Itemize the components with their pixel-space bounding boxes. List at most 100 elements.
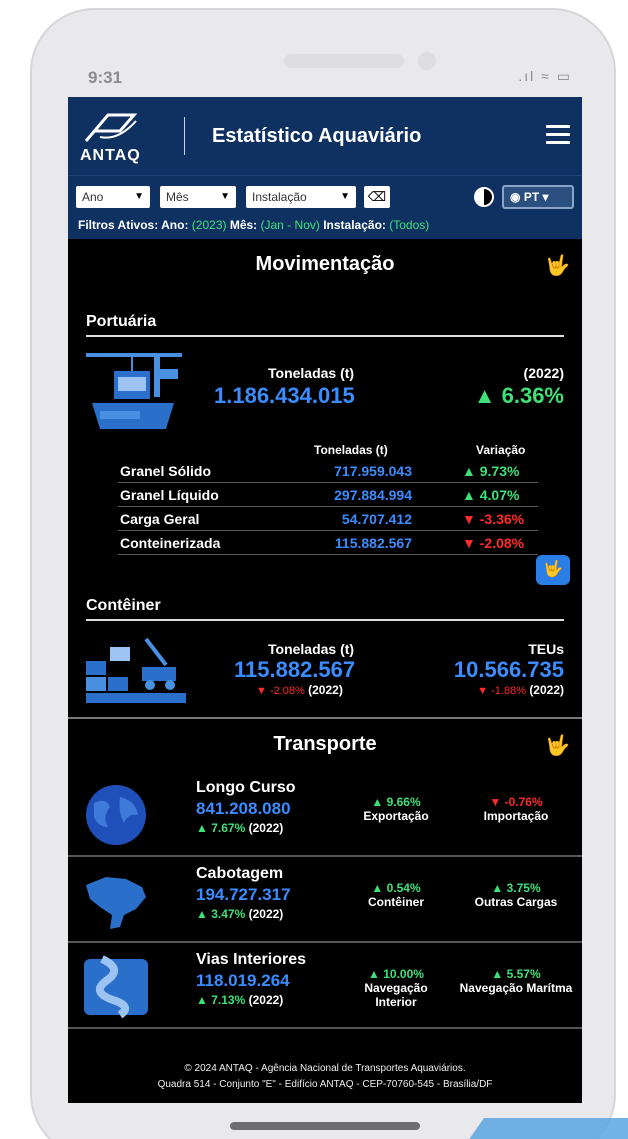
metric-2-value: ▲ 5.57% <box>491 967 541 981</box>
metric-1-value: ▲ 10.00% <box>368 967 424 981</box>
portuaria-variation: ▲ 6.36% <box>473 383 564 408</box>
year-select[interactable]: Ano ▼ <box>76 186 150 208</box>
header-divider <box>184 117 185 155</box>
portuaria-year: (2022) <box>523 365 564 381</box>
route-variation: ▲ 7.13% (2022) <box>196 993 283 1007</box>
decorative-swoosh <box>455 1118 628 1139</box>
cargo-ship-icon <box>86 353 182 429</box>
footer: © 2024 ANTAQ - Agência Nacional de Trans… <box>68 1061 582 1093</box>
cargo-name: Granel Líquido <box>120 487 219 503</box>
menu-icon[interactable] <box>546 125 570 145</box>
sign-language-icon[interactable]: 🤟 <box>545 733 570 758</box>
cargo-var: ▼ -3.36% <box>462 511 525 527</box>
installation-filter-value: (Todos) <box>389 218 430 232</box>
chevron-down-icon: ▼ <box>134 191 144 202</box>
teu-value: 10.566.735 <box>453 657 564 682</box>
metric-2-label: Navegação Marítma <box>459 981 573 995</box>
route-variation: ▲ 7.67% (2022) <box>196 821 283 835</box>
route-value: 841.208.080 <box>196 799 291 818</box>
month-select[interactable]: Mês ▼ <box>160 186 236 208</box>
route-var-value: ▲ 3.47% <box>196 907 246 921</box>
metric-2-label: Importação <box>483 809 549 823</box>
metric-1-label: Exportação <box>363 809 429 823</box>
river-icon <box>84 955 148 1019</box>
metric-1: ▲ 0.54% Contêiner <box>346 881 446 909</box>
language-label: PT <box>523 190 540 204</box>
conteiner-tons-variation: ▼ -2.08% (2022) <box>256 683 343 697</box>
transport-row-vias-interiores[interactable]: Vias Interiores 118.019.264 ▲ 7.13% (202… <box>68 943 582 1029</box>
route-var-year: (2022) <box>248 993 284 1007</box>
installation-select[interactable]: Instalação ▼ <box>246 186 356 208</box>
transporte-title: Transporte <box>273 733 377 755</box>
teu-var-value: ▼ -1.88% <box>477 685 526 697</box>
conteiner-tons-value: 115.882.567 <box>234 657 356 682</box>
portuaria-tons-label: Toneladas (t) <box>268 365 355 381</box>
metric-1-label: Navegação Interior <box>364 981 428 1009</box>
teu-var-year: (2022) <box>529 683 564 697</box>
col-var: Variação <box>476 443 526 457</box>
sign-language-button[interactable]: 🤟 <box>536 555 570 585</box>
footer-line-1: © 2024 ANTAQ - Agência Nacional de Trans… <box>184 1063 466 1074</box>
language-button[interactable]: ◉ PT ▾ <box>502 185 574 209</box>
cargo-value: 297.884.994 <box>334 487 412 503</box>
transporte-header: Transporte 🤟 <box>68 719 582 771</box>
cargo-var: ▼ -2.08% <box>462 535 525 551</box>
metric-2-value: ▲ 3.75% <box>491 881 541 895</box>
tons-var-value: ▼ -2.08% <box>256 685 305 697</box>
eraser-icon[interactable]: ⌫ <box>364 186 390 208</box>
route-var-year: (2022) <box>248 907 284 921</box>
portuaria-total: 1.186.434.015 <box>214 383 355 408</box>
chevron-down-icon: ▾ <box>542 190 549 204</box>
transport-row-longo-curso[interactable]: Longo Curso 841.208.080 ▲ 7.67% (2022) ▲… <box>68 771 582 857</box>
year-filter-value: (2023) <box>191 218 227 232</box>
globe-icon <box>86 785 146 845</box>
status-icons: .ıl ≈ ▭ <box>518 68 572 84</box>
tons-var-year: (2022) <box>308 683 343 697</box>
metric-1-label: Contêiner <box>367 895 424 909</box>
month-select-label: Mês <box>166 190 189 204</box>
chevron-down-icon: ▼ <box>340 191 350 202</box>
globe-icon: ◉ <box>510 190 521 204</box>
metric-2: ▲ 5.57% Navegação Marítma <box>456 967 576 995</box>
metric-1-value: ▲ 0.54% <box>371 881 421 895</box>
conteiner-subheading: Contêiner <box>86 591 564 621</box>
route-var-value: ▲ 7.13% <box>196 993 246 1007</box>
home-indicator[interactable] <box>230 1122 420 1130</box>
transport-row-cabotagem[interactable]: Cabotagem 194.727.317 ▲ 3.47% (2022) ▲ 0… <box>68 857 582 943</box>
sign-language-icon[interactable]: 🤟 <box>545 253 570 278</box>
cargo-table-header: Toneladas (t) Variação <box>118 441 538 459</box>
cargo-var: ▲ 9.73% <box>462 463 520 479</box>
chevron-down-icon: ▼ <box>220 191 230 202</box>
month-filter-label: Mês: <box>229 218 258 232</box>
route-name: Cabotagem <box>196 865 284 882</box>
active-filters: Filtros Ativos: Ano: (2023) Mês: (Jan - … <box>78 218 429 232</box>
movimentacao-header: Movimentação 🤟 <box>68 239 582 291</box>
cargo-name: Conteinerizada <box>120 535 221 551</box>
cargo-table: Toneladas (t) Variação Granel Sólido 717… <box>118 441 538 555</box>
teu-variation: ▼ -1.88% (2022) <box>477 683 564 697</box>
metric-1-value: ▲ 9.66% <box>371 795 421 809</box>
contrast-icon[interactable] <box>474 187 494 207</box>
teu-label: TEUs <box>528 641 564 657</box>
cargo-value: 54.707.412 <box>341 511 412 527</box>
movimentacao-title: Movimentação <box>255 253 395 275</box>
route-name: Vias Interiores <box>196 951 306 968</box>
month-filter-value: (Jan - Nov) <box>260 218 320 232</box>
brazil-map-icon <box>86 877 146 929</box>
conteiner-tons-label: Toneladas (t) <box>268 641 355 657</box>
table-row: Granel Líquido 297.884.994 ▲ 4.07% <box>118 483 538 507</box>
app-screen: ANTAQ Estatístico Aquaviário Ano ▼ Mês ▼ I… <box>68 97 582 1103</box>
portuaria-summary: Toneladas (t) 1.186.434.015 (2022) ▲ 6.3… <box>68 337 582 441</box>
route-value: 194.727.317 <box>196 885 291 904</box>
antaq-logo-mark <box>84 113 138 142</box>
active-filters-label: Filtros Ativos: <box>78 218 159 232</box>
metric-2: ▼ -0.76% Importação <box>456 795 576 823</box>
status-time: 9:31 <box>88 68 123 87</box>
metric-1: ▲ 10.00% Navegação Interior <box>346 967 446 1009</box>
antaq-logo[interactable]: ANTAQ <box>80 111 170 165</box>
table-row: Carga Geral 54.707.412 ▼ -3.36% <box>118 507 538 531</box>
route-value: 118.019.264 <box>196 971 290 990</box>
route-var-year: (2022) <box>248 821 284 835</box>
metric-2-value: ▼ -0.76% <box>489 795 543 809</box>
route-name: Longo Curso <box>196 779 296 796</box>
